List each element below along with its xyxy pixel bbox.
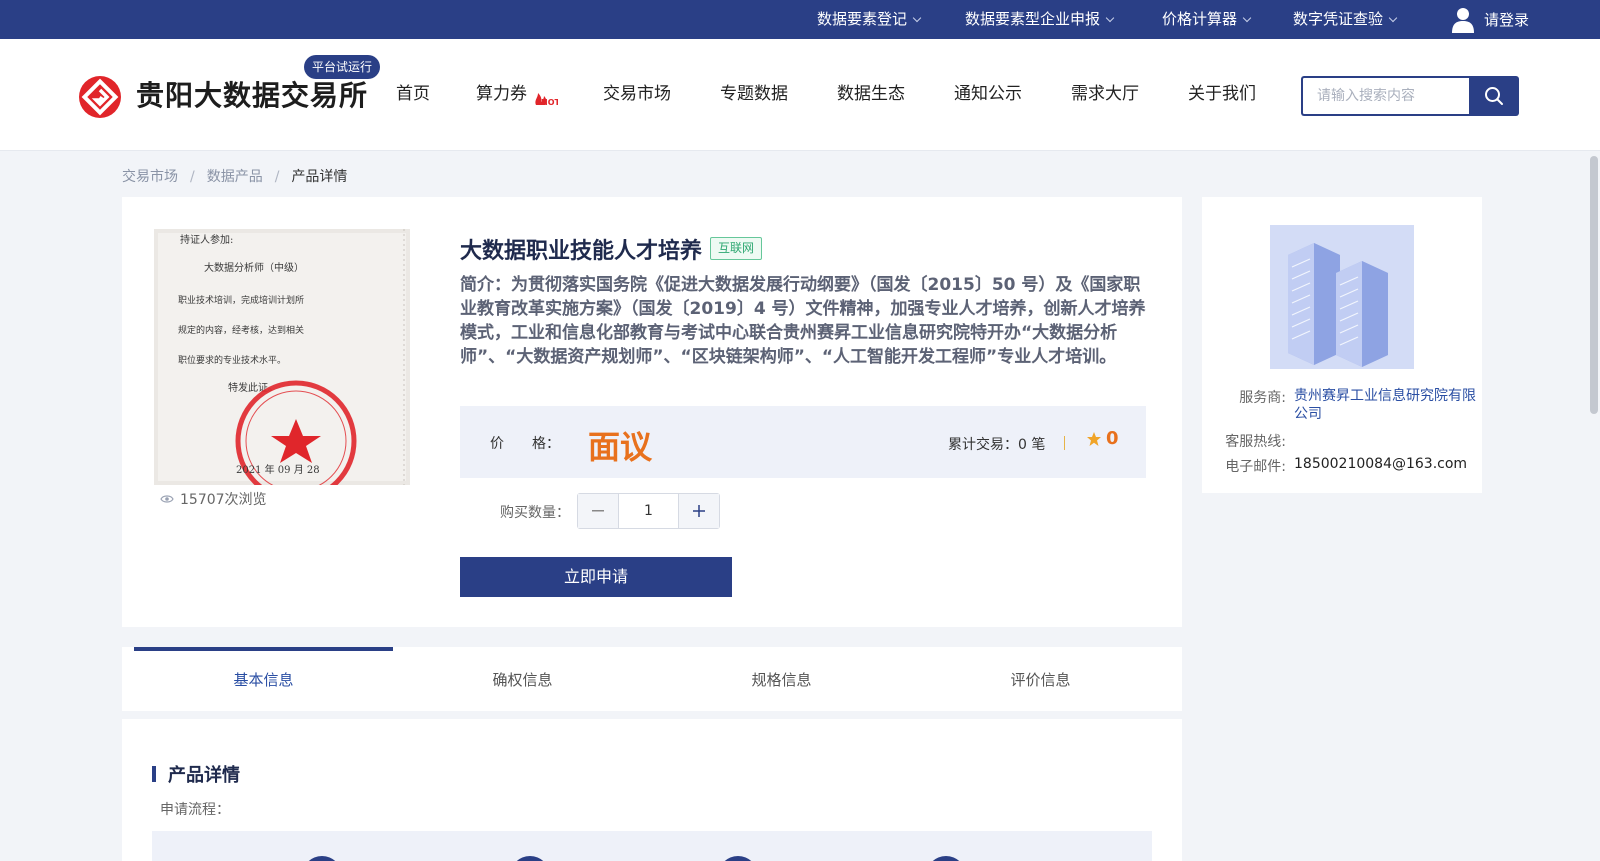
provider-service-link[interactable]: 贵州赛昇工业信息研究院有限公司: [1294, 387, 1480, 423]
quantity-value[interactable]: 1: [619, 494, 678, 528]
nav-item-demand-hall[interactable]: 需求大厅: [1071, 79, 1139, 104]
scrollbar-thumb[interactable]: [1590, 156, 1598, 414]
breadcrumb-separator: /: [274, 169, 280, 185]
login-label: 请登录: [1484, 11, 1530, 29]
quantity-increase-button[interactable]: [678, 494, 719, 528]
product-intro: 简介：为贯彻落实国务院《促进大数据发展行动纲要》（国发〔2015〕50 号）及《…: [460, 275, 1146, 367]
provider-email-label: 电子邮件:: [1225, 459, 1286, 475]
certificate-date: 2021 年 09 月 28: [236, 463, 320, 476]
price-label: 价 格：: [490, 436, 560, 452]
nav-item-market[interactable]: 交易市场: [603, 79, 671, 104]
chevron-down-icon: [1242, 13, 1252, 23]
exchange-logo-icon: [79, 76, 121, 118]
nav-item-home[interactable]: 首页: [396, 79, 430, 104]
price-value: 面议: [588, 428, 653, 466]
trial-run-badge: 平台试运行: [304, 55, 381, 79]
breadcrumb-item-data-products[interactable]: 数据产品: [207, 169, 263, 185]
top-utility-bar: 数据要素登记 数据要素型企业申报 价格计算器 数字凭证查验 请登录: [0, 0, 1600, 39]
product-detail-section: 产品详情 申请流程：: [122, 719, 1182, 861]
search-input[interactable]: [1301, 76, 1469, 116]
quantity-label: 购买数量：: [500, 505, 570, 521]
certificate-line: 规定的内容，经考核，达到相关: [178, 324, 304, 336]
flow-step-icon: [718, 856, 758, 861]
tab-rights-info[interactable]: 确权信息: [393, 647, 652, 711]
certificate-line: 职位要求的专业技术水平。: [178, 354, 286, 366]
certificate-line: 持证人参加:: [180, 233, 233, 246]
topbar-menu-data-registration[interactable]: 数据要素登记: [817, 0, 922, 39]
building-icon: [1270, 225, 1414, 369]
login-link[interactable]: 请登录: [1452, 0, 1529, 39]
breadcrumb-separator: /: [190, 169, 195, 185]
tab-basic-info[interactable]: 基本信息: [134, 647, 393, 711]
eye-icon: [160, 495, 174, 503]
provider-service-row: 服务商: 贵州赛昇工业信息研究院有限公司: [1222, 387, 1480, 423]
topbar-menu-enterprise-application[interactable]: 数据要素型企业申报: [965, 0, 1115, 39]
quantity-decrease-button[interactable]: [578, 494, 619, 528]
breadcrumb-item-market[interactable]: 交易市场: [122, 169, 178, 185]
certificate-image: 持证人参加: 大数据分析师（中级） 职业技术培训，完成培训计划所 规定的内容，经…: [154, 229, 410, 485]
nav-item-data-ecosystem[interactable]: 数据生态: [837, 79, 905, 104]
flow-step-icon: [510, 856, 550, 861]
provider-email-row: 电子邮件: 18500210084@163.com: [1222, 456, 1467, 476]
nav-item-compute-voucher[interactable]: 算力券: [476, 79, 527, 104]
provider-hotline-label: 客服热线:: [1225, 434, 1286, 450]
topbar-menu-label: 数据要素登记: [817, 10, 908, 28]
provider-email-value: 18500210084@163.com: [1294, 456, 1468, 472]
tab-spec-info[interactable]: 规格信息: [652, 647, 911, 711]
nav-item-about-us[interactable]: 关于我们: [1188, 79, 1256, 104]
user-icon: [1452, 7, 1474, 33]
price-panel: 价 格： 面议 累计交易：0 笔 0: [460, 406, 1146, 478]
application-flow-panel: [152, 831, 1152, 861]
chevron-down-icon: [1388, 13, 1398, 23]
apply-now-button[interactable]: 立即申请: [460, 557, 732, 597]
view-count-text: 15707次浏览: [180, 492, 267, 508]
topbar-menu-label: 数据要素型企业申报: [965, 10, 1101, 28]
nav-item-topic-data[interactable]: 专题数据: [720, 79, 788, 104]
rating-value: 0: [1106, 428, 1119, 449]
category-tag: 互联网: [710, 237, 763, 260]
topbar-menu-label: 数字凭证查验: [1293, 10, 1384, 28]
site-header: 贵阳大数据交易所 平台试运行 首页 算力券 HOT 交易市场 专题数据 数据生态…: [0, 39, 1600, 151]
flow-step-icon: [302, 856, 342, 861]
site-logo-text[interactable]: 贵阳大数据交易所: [136, 74, 368, 114]
provider-image: [1270, 225, 1414, 369]
provider-service-label: 服务商:: [1239, 390, 1286, 406]
tab-review-info[interactable]: 评价信息: [911, 647, 1170, 711]
certificate-line: 大数据分析师（中级）: [204, 261, 304, 274]
section-title: 产品详情: [152, 761, 240, 787]
plus-icon: [693, 505, 705, 517]
topbar-menu-price-calculator[interactable]: 价格计算器: [1162, 0, 1252, 39]
provider-card: 服务商: 贵州赛昇工业信息研究院有限公司 客服热线: 电子邮件: 185002100…: [1202, 197, 1482, 493]
breadcrumb: 交易市场 / 数据产品 / 产品详情: [122, 166, 347, 186]
rating: 0: [1086, 428, 1119, 449]
topbar-menu-certificate-check[interactable]: 数字凭证查验: [1293, 0, 1398, 39]
product-image: 持证人参加: 大数据分析师（中级） 职业技术培训，完成培训计划所 规定的内容，经…: [154, 229, 410, 485]
minus-icon: [592, 510, 604, 512]
provider-hotline-row: 客服热线:: [1222, 431, 1294, 451]
view-count: 15707次浏览: [160, 489, 267, 509]
hot-badge-icon: HOT: [535, 93, 558, 107]
chevron-down-icon: [912, 13, 922, 23]
detail-tabs: 基本信息 确权信息 规格信息 评价信息: [122, 647, 1182, 711]
flow-step-icon: [926, 856, 966, 861]
application-flow-label: 申请流程：: [160, 802, 230, 818]
certificate-line: 职业技术培训，完成培训计划所: [178, 294, 304, 306]
page-scrollbar[interactable]: [1588, 152, 1600, 861]
search-icon: [1485, 87, 1503, 105]
divider: [1064, 436, 1065, 450]
topbar-menu-label: 价格计算器: [1162, 10, 1238, 28]
cumulative-deals: 累计交易：0 笔: [948, 437, 1046, 453]
chevron-down-icon: [1105, 13, 1115, 23]
search-button[interactable]: [1469, 76, 1519, 116]
hot-badge-text: HOT: [541, 98, 558, 107]
product-title: 大数据职业技能人才培养: [460, 239, 703, 264]
product-main-card: 持证人参加: 大数据分析师（中级） 职业技术培训，完成培训计划所 规定的内容，经…: [122, 197, 1182, 627]
star-icon: [1087, 431, 1101, 446]
nav-item-notices[interactable]: 通知公示: [954, 79, 1022, 104]
quantity-stepper: 1: [577, 493, 720, 529]
breadcrumb-item-current: 产品详情: [291, 169, 348, 185]
